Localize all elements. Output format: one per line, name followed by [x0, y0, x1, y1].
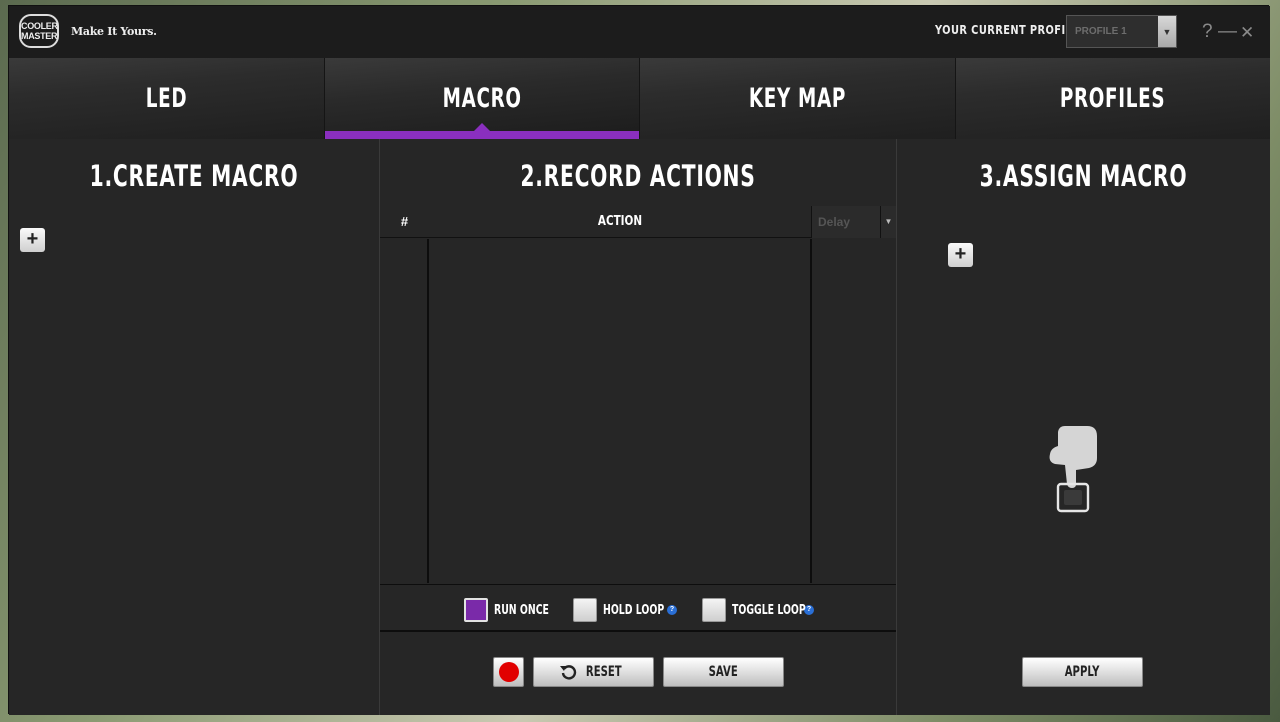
- help-icon[interactable]: ?: [1202, 21, 1213, 43]
- apply-button[interactable]: APPLY: [1022, 657, 1143, 687]
- title-bar: COOLER MASTER Make It Yours. YOUR CURRENT…: [9, 6, 1270, 58]
- help-icon[interactable]: ?: [804, 605, 814, 615]
- assign-macro-title: 3.ASSIGN MACRO: [979, 159, 1188, 193]
- create-macro-title: 1.CREATE MACRO: [89, 159, 299, 193]
- finger-press-key-icon: [1049, 426, 1097, 513]
- reset-button[interactable]: RESET: [533, 657, 654, 687]
- delay-column: [812, 239, 896, 583]
- minimize-icon[interactable]: —: [1218, 21, 1237, 43]
- toggle-loop-option[interactable]: TOGGLE LOOP ?: [702, 598, 814, 622]
- actions-table-body[interactable]: [380, 239, 896, 583]
- active-tab-indicator: [324, 131, 639, 139]
- hold-loop-label: HOLD LOOP: [603, 602, 665, 618]
- tab-profiles[interactable]: PROFILES: [955, 58, 1270, 139]
- chevron-down-icon: ▼: [880, 205, 896, 238]
- tab-label: PROFILES: [1060, 83, 1166, 114]
- tab-key-map[interactable]: KEY MAP: [640, 58, 956, 139]
- action-column: [429, 239, 812, 583]
- tab-label: LED: [145, 83, 188, 114]
- undo-icon: [559, 665, 576, 680]
- current-profile-label: YOUR CURRENT PROFILE: [935, 23, 1080, 37]
- apply-label: APPLY: [1065, 664, 1100, 680]
- toggle-loop-label: TOGGLE LOOP: [732, 602, 806, 618]
- save-label: SAVE: [708, 664, 739, 680]
- delay-select-value: Delay: [812, 205, 880, 238]
- record-actions-panel: 2.RECORD ACTIONS # ACTION Delay ▼ RUN ON…: [380, 139, 897, 715]
- app-window: COOLER MASTER Make It Yours. YOUR CURRENT…: [8, 5, 1270, 715]
- record-icon: [498, 662, 519, 682]
- hold-loop-checkbox[interactable]: [573, 598, 597, 622]
- create-macro-panel: 1.CREATE MACRO +: [9, 139, 380, 715]
- toggle-loop-checkbox[interactable]: [702, 598, 726, 622]
- record-button[interactable]: [493, 657, 524, 687]
- run-once-checkbox[interactable]: [464, 598, 488, 622]
- tab-macro[interactable]: MACRO: [324, 58, 640, 139]
- add-macro-button[interactable]: +: [20, 228, 45, 252]
- save-button[interactable]: SAVE: [663, 657, 784, 687]
- tab-label: MACRO: [442, 83, 522, 114]
- run-once-option[interactable]: RUN ONCE: [464, 598, 570, 622]
- column-header-action: ACTION: [597, 214, 643, 229]
- brand-slogan: Make It Yours.: [71, 25, 157, 38]
- main-tabs: LED MACRO KEY MAP PROFILES: [9, 58, 1270, 139]
- chevron-down-icon: ▼: [1158, 16, 1176, 47]
- loop-options: RUN ONCE HOLD LOOP ? TOGGLE LOOP ?: [380, 584, 896, 632]
- cooler-master-logo: COOLER MASTER: [19, 14, 59, 48]
- tab-led[interactable]: LED: [9, 58, 325, 139]
- actions-table-header: # ACTION Delay ▼: [380, 205, 896, 238]
- hold-loop-option[interactable]: HOLD LOOP ?: [573, 598, 677, 622]
- delay-select[interactable]: Delay ▼: [811, 205, 896, 238]
- profile-select[interactable]: PROFILE 1 ▼: [1066, 15, 1177, 48]
- assign-macro-panel: 3.ASSIGN MACRO + APPLY: [897, 139, 1270, 715]
- tab-label: KEY MAP: [748, 83, 846, 114]
- record-actions-title: 2.RECORD ACTIONS: [520, 159, 756, 193]
- add-assignment-button[interactable]: +: [948, 243, 973, 267]
- column-header-number: #: [400, 214, 409, 229]
- close-icon[interactable]: ✕: [1240, 23, 1254, 43]
- help-icon[interactable]: ?: [667, 605, 677, 615]
- number-column: [380, 239, 429, 583]
- active-tab-caret: [473, 123, 490, 131]
- run-once-label: RUN ONCE: [494, 602, 549, 618]
- profile-select-value: PROFILE 1: [1075, 26, 1127, 37]
- reset-label: RESET: [585, 664, 622, 680]
